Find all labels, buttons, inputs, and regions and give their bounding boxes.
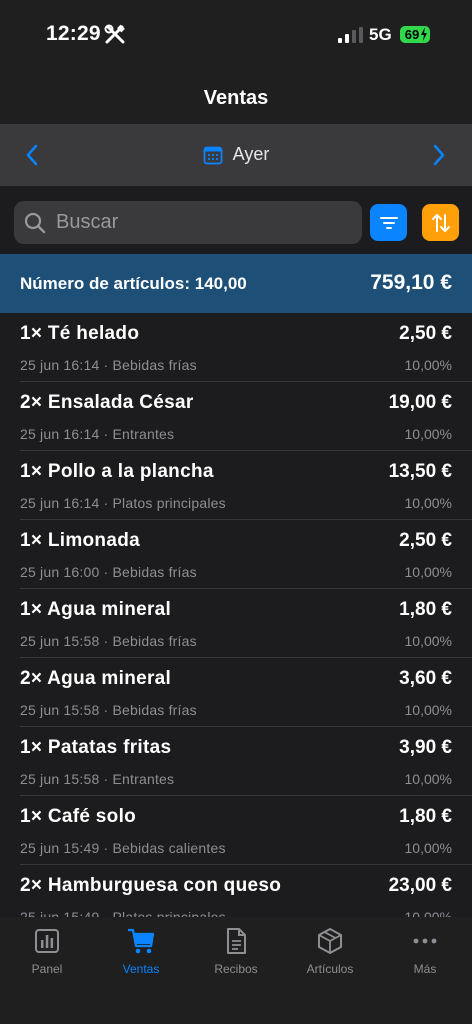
item-meta: 25 jun 15:49 · Bebidas calientes xyxy=(20,840,226,856)
tools-icon xyxy=(104,24,125,44)
charging-bolt-icon xyxy=(421,27,427,41)
status-bar: 12:29 5G 69 xyxy=(0,0,472,66)
total-amount: 759,10 € xyxy=(370,271,452,294)
item-price: 1,80 € xyxy=(399,599,452,620)
tab-ventas[interactable]: Ventas xyxy=(101,927,181,976)
item-count: Número de artículos: 140,00 xyxy=(20,274,247,293)
date-selector: Ayer xyxy=(0,124,472,186)
item-meta: 25 jun 15:58 · Bebidas frías xyxy=(20,633,197,649)
item-meta: 25 jun 16:14 · Platos principales xyxy=(20,495,226,511)
item-tax: 10,00% xyxy=(404,426,452,442)
item-tax: 10,00% xyxy=(404,840,452,856)
list-item[interactable]: 1× Patatas fritas 3,90 € 25 jun 15:58 · … xyxy=(0,727,472,796)
tab-label: Artículos xyxy=(306,962,354,976)
network-type: 5G xyxy=(369,25,392,44)
status-time: 12:29 xyxy=(46,22,101,45)
list-item[interactable]: 1× Té helado 2,50 € 25 jun 16:14 · Bebid… xyxy=(0,313,472,382)
tab-articulos[interactable]: Artículos xyxy=(290,927,370,976)
item-name: 1× Café solo xyxy=(20,806,137,827)
item-price: 3,60 € xyxy=(399,668,452,689)
list-item[interactable]: 1× Pollo a la plancha 13,50 € 25 jun 16:… xyxy=(0,451,472,520)
more-icon xyxy=(413,938,437,944)
battery-level: 69 xyxy=(404,27,420,42)
search-icon xyxy=(24,212,46,233)
list-item[interactable]: 2× Hamburguesa con queso 23,00 € 25 jun … xyxy=(0,865,472,917)
item-price: 3,90 € xyxy=(399,737,452,758)
search-box[interactable] xyxy=(14,201,362,244)
item-tax: 10,00% xyxy=(404,633,452,649)
tab-label: Recibos xyxy=(214,962,258,976)
list-item[interactable]: 1× Café solo 1,80 € 25 jun 15:49 · Bebid… xyxy=(0,796,472,865)
tab-panel[interactable]: Panel xyxy=(7,927,87,976)
date-label: Ayer xyxy=(232,144,270,164)
signal-icon xyxy=(338,27,363,43)
item-tax: 10,00% xyxy=(404,564,452,580)
item-meta: 25 jun 16:14 · Entrantes xyxy=(20,426,175,442)
item-name: 1× Pollo a la plancha xyxy=(20,461,214,482)
list-item[interactable]: 2× Ensalada César 19,00 € 25 jun 16:14 ·… xyxy=(0,382,472,451)
item-meta: 25 jun 16:00 · Bebidas frías xyxy=(20,564,197,580)
cart-icon xyxy=(128,928,155,954)
filter-icon xyxy=(379,216,398,229)
item-name: 1× Té helado xyxy=(20,323,140,344)
battery-indicator: 69 xyxy=(400,26,430,43)
list-item[interactable]: 1× Agua mineral 1,80 € 25 jun 15:58 · Be… xyxy=(0,589,472,658)
item-tax: 10,00% xyxy=(404,702,452,718)
box-icon xyxy=(318,928,342,954)
item-name: 2× Ensalada César xyxy=(20,392,194,413)
item-price: 13,50 € xyxy=(388,461,452,482)
item-name: 1× Limonada xyxy=(20,530,140,551)
nav-bar: Ventas xyxy=(0,66,472,124)
item-tax: 10,00% xyxy=(404,771,452,787)
search-row xyxy=(0,186,472,254)
tab-label: Ventas xyxy=(122,962,160,976)
item-tax: 10,00% xyxy=(404,357,452,373)
chart-icon xyxy=(35,929,59,953)
calendar-icon xyxy=(203,146,223,164)
item-name: 1× Patatas fritas xyxy=(20,737,172,758)
tab-mas[interactable]: Más xyxy=(385,927,465,976)
page-title: Ventas xyxy=(203,87,269,109)
item-meta: 25 jun 15:58 · Bebidas frías xyxy=(20,702,197,718)
sales-list: 1× Té helado 2,50 € 25 jun 16:14 · Bebid… xyxy=(0,313,472,917)
item-meta: 25 jun 15:49 · Platos principales xyxy=(20,909,226,917)
tab-bar: Panel Ventas Recibos Artículos Más xyxy=(0,917,472,1024)
tab-label: Más xyxy=(413,962,437,976)
item-name: 2× Agua mineral xyxy=(20,668,172,689)
tab-recibos[interactable]: Recibos xyxy=(196,927,276,976)
list-item[interactable]: 2× Agua mineral 3,60 € 25 jun 15:58 · Be… xyxy=(0,658,472,727)
date-picker[interactable]: Ayer xyxy=(0,144,472,165)
item-meta: 25 jun 16:14 · Bebidas frías xyxy=(20,357,197,373)
item-price: 23,00 € xyxy=(388,875,452,896)
item-tax: 10,00% xyxy=(404,495,452,511)
next-day-button[interactable] xyxy=(431,143,447,167)
item-price: 19,00 € xyxy=(388,392,452,413)
sort-icon xyxy=(431,213,450,232)
tab-label: Panel xyxy=(31,962,63,976)
item-meta: 25 jun 15:58 · Entrantes xyxy=(20,771,175,787)
item-tax: 10,00% xyxy=(404,909,452,917)
search-input[interactable] xyxy=(54,210,348,235)
document-icon xyxy=(227,928,246,954)
item-price: 2,50 € xyxy=(399,323,452,344)
item-price: 1,80 € xyxy=(399,806,452,827)
item-price: 2,50 € xyxy=(399,530,452,551)
filter-button[interactable] xyxy=(370,204,407,241)
sort-button[interactable] xyxy=(422,204,459,241)
item-name: 1× Agua mineral xyxy=(20,599,172,620)
item-name: 2× Hamburguesa con queso xyxy=(20,875,282,896)
summary-bar: Número de artículos: 140,00 759,10 € xyxy=(0,254,472,313)
list-item[interactable]: 1× Limonada 2,50 € 25 jun 16:00 · Bebida… xyxy=(0,520,472,589)
